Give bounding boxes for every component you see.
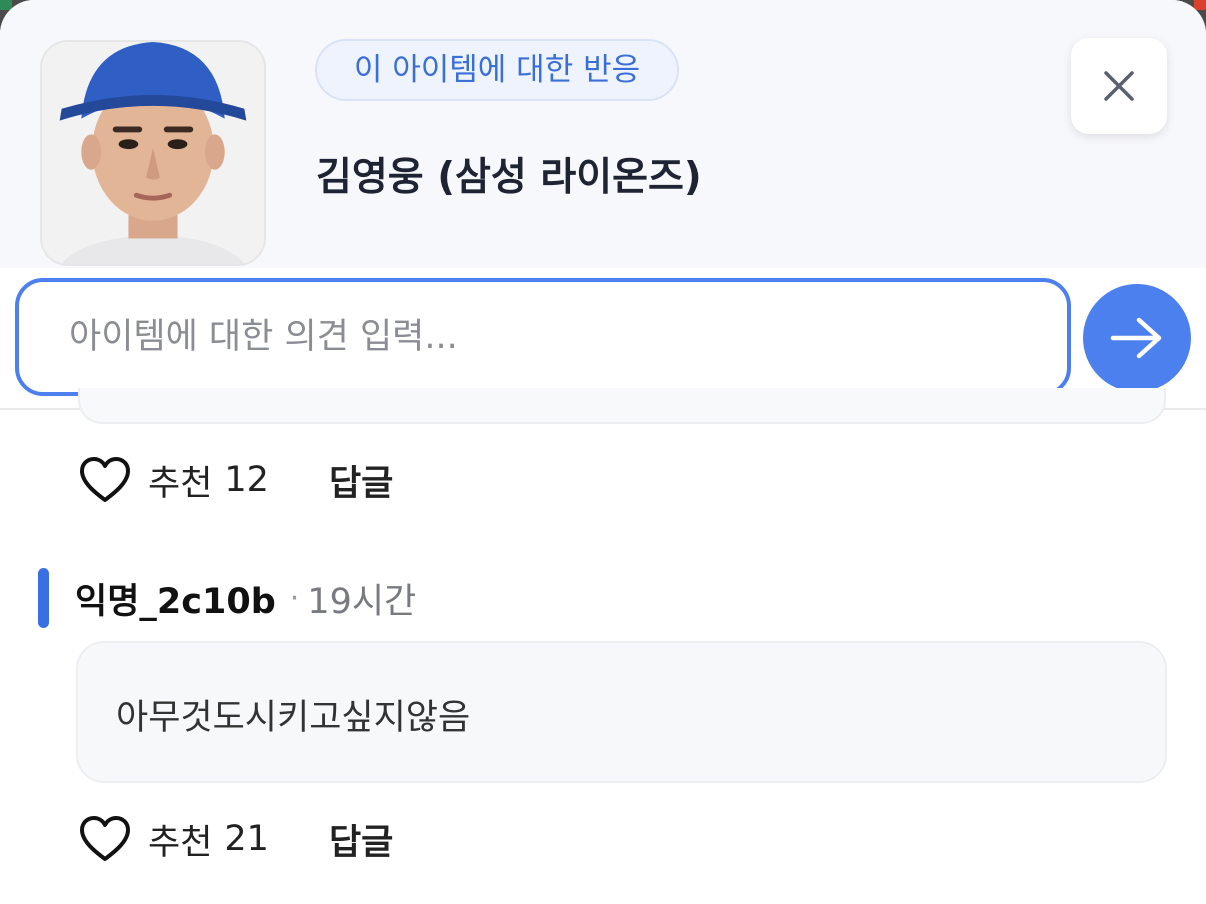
close-icon [1104, 71, 1134, 101]
reaction-badge: 이 아이템에 대한 반응 [315, 39, 679, 101]
comment-author: 익명_2c10b [75, 581, 276, 622]
close-button[interactable] [1071, 38, 1167, 134]
like-count: 12 [224, 460, 269, 500]
like-count: 21 [224, 819, 269, 859]
send-button[interactable] [1083, 284, 1191, 392]
comment-actions: 추천 12 답글 [78, 450, 393, 510]
previous-comment-bubble [78, 388, 1166, 424]
page-title: 김영웅 (삼성 라이온즈) [316, 155, 702, 200]
arrow-right-icon [1110, 317, 1162, 359]
player-avatar [40, 40, 266, 266]
like-label: 추천 [148, 463, 213, 504]
comment-accent-bar [38, 568, 49, 628]
heart-icon [80, 816, 130, 861]
meta-separator: · [289, 580, 300, 616]
comment-time: 19시간 [307, 581, 417, 622]
like-button[interactable]: 추천 21 [78, 814, 269, 865]
reply-button[interactable]: 답글 [329, 814, 393, 865]
player-photo [42, 42, 264, 264]
comment-bubble: 아무것도시키고싶지않음 [76, 641, 1167, 783]
comment-header: 익명_2c10b · 19시간 [38, 568, 416, 628]
reactions-sheet: 이 아이템에 대한 반응 김영웅 (삼성 라이온즈) 추천 12 답글 [0, 0, 1206, 904]
comment-input[interactable] [15, 278, 1071, 396]
heart-icon [80, 457, 130, 502]
comment-actions: 추천 21 답글 [78, 809, 393, 869]
comment-body: 아무것도시키고싶지않음 [116, 698, 471, 738]
sheet-header: 이 아이템에 대한 반응 김영웅 (삼성 라이온즈) [0, 0, 1206, 268]
like-button[interactable]: 추천 12 [78, 455, 269, 506]
like-label: 추천 [148, 822, 213, 863]
reply-button[interactable]: 답글 [329, 455, 393, 506]
